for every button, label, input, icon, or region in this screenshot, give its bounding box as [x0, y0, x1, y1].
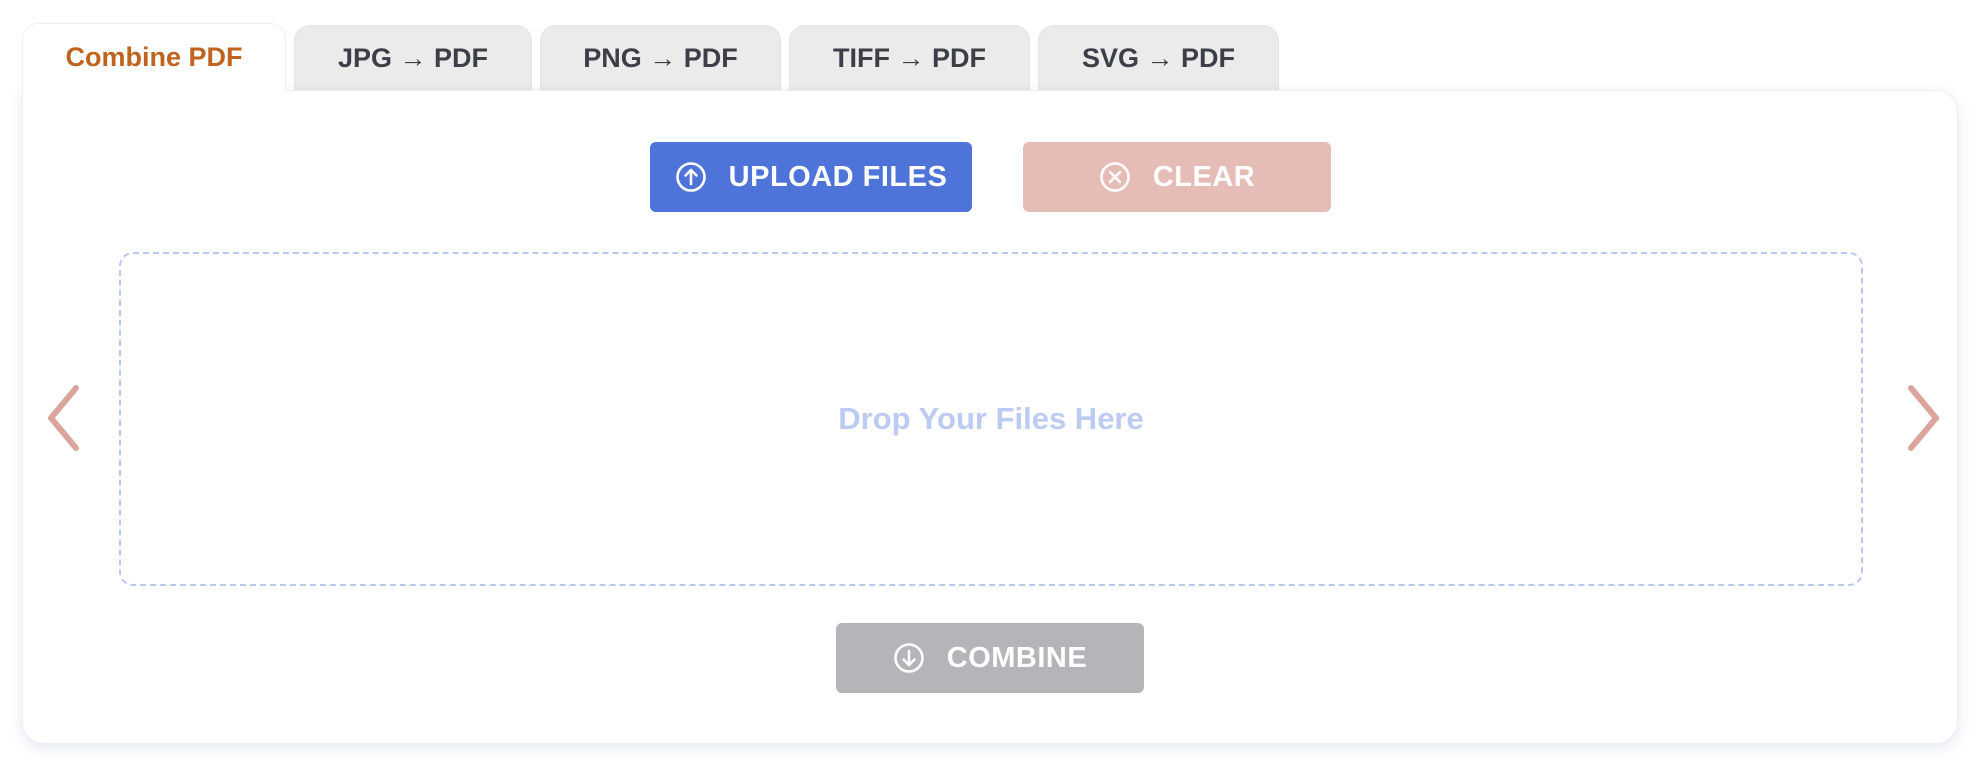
combine-button[interactable]: COMBINE: [836, 623, 1144, 693]
chevron-right-icon[interactable]: [1903, 383, 1943, 453]
tab-label: TIFF → PDF: [833, 43, 986, 73]
tab-label: JPG → PDF: [337, 43, 489, 73]
file-dropzone[interactable]: Drop Your Files Here: [119, 252, 1863, 586]
tab-label: SVG → PDF: [1081, 43, 1236, 73]
arrow-up-circle-icon: [675, 161, 707, 193]
x-circle-icon: [1099, 161, 1131, 193]
tab-svg-to-pdf[interactable]: SVG → PDF: [1038, 25, 1279, 91]
combine-label: COMBINE: [946, 641, 1088, 674]
chevron-left-icon[interactable]: [44, 383, 84, 453]
arrow-down-circle-icon: [893, 642, 925, 674]
combine-panel: UPLOAD FILES CLEAR Drop Your Files Here: [22, 90, 1958, 744]
tab-tiff-to-pdf[interactable]: TIFF → PDF: [789, 25, 1030, 91]
tab-png-to-pdf[interactable]: PNG → PDF: [540, 25, 781, 91]
tab-combine-pdf[interactable]: Combine PDF: [22, 23, 286, 91]
clear-label: CLEAR: [1152, 160, 1256, 193]
upload-files-label: UPLOAD FILES: [728, 160, 948, 193]
dropzone-text: Drop Your Files Here: [838, 401, 1144, 436]
upload-files-button[interactable]: UPLOAD FILES: [650, 142, 972, 212]
tab-bar: Combine PDF JPG → PDF PNG → PDF TIFF → P…: [22, 23, 1279, 91]
tab-jpg-to-pdf[interactable]: JPG → PDF: [294, 25, 532, 91]
clear-button[interactable]: CLEAR: [1023, 142, 1331, 212]
tab-label: PNG → PDF: [583, 43, 738, 73]
tab-label: Combine PDF: [65, 42, 243, 72]
